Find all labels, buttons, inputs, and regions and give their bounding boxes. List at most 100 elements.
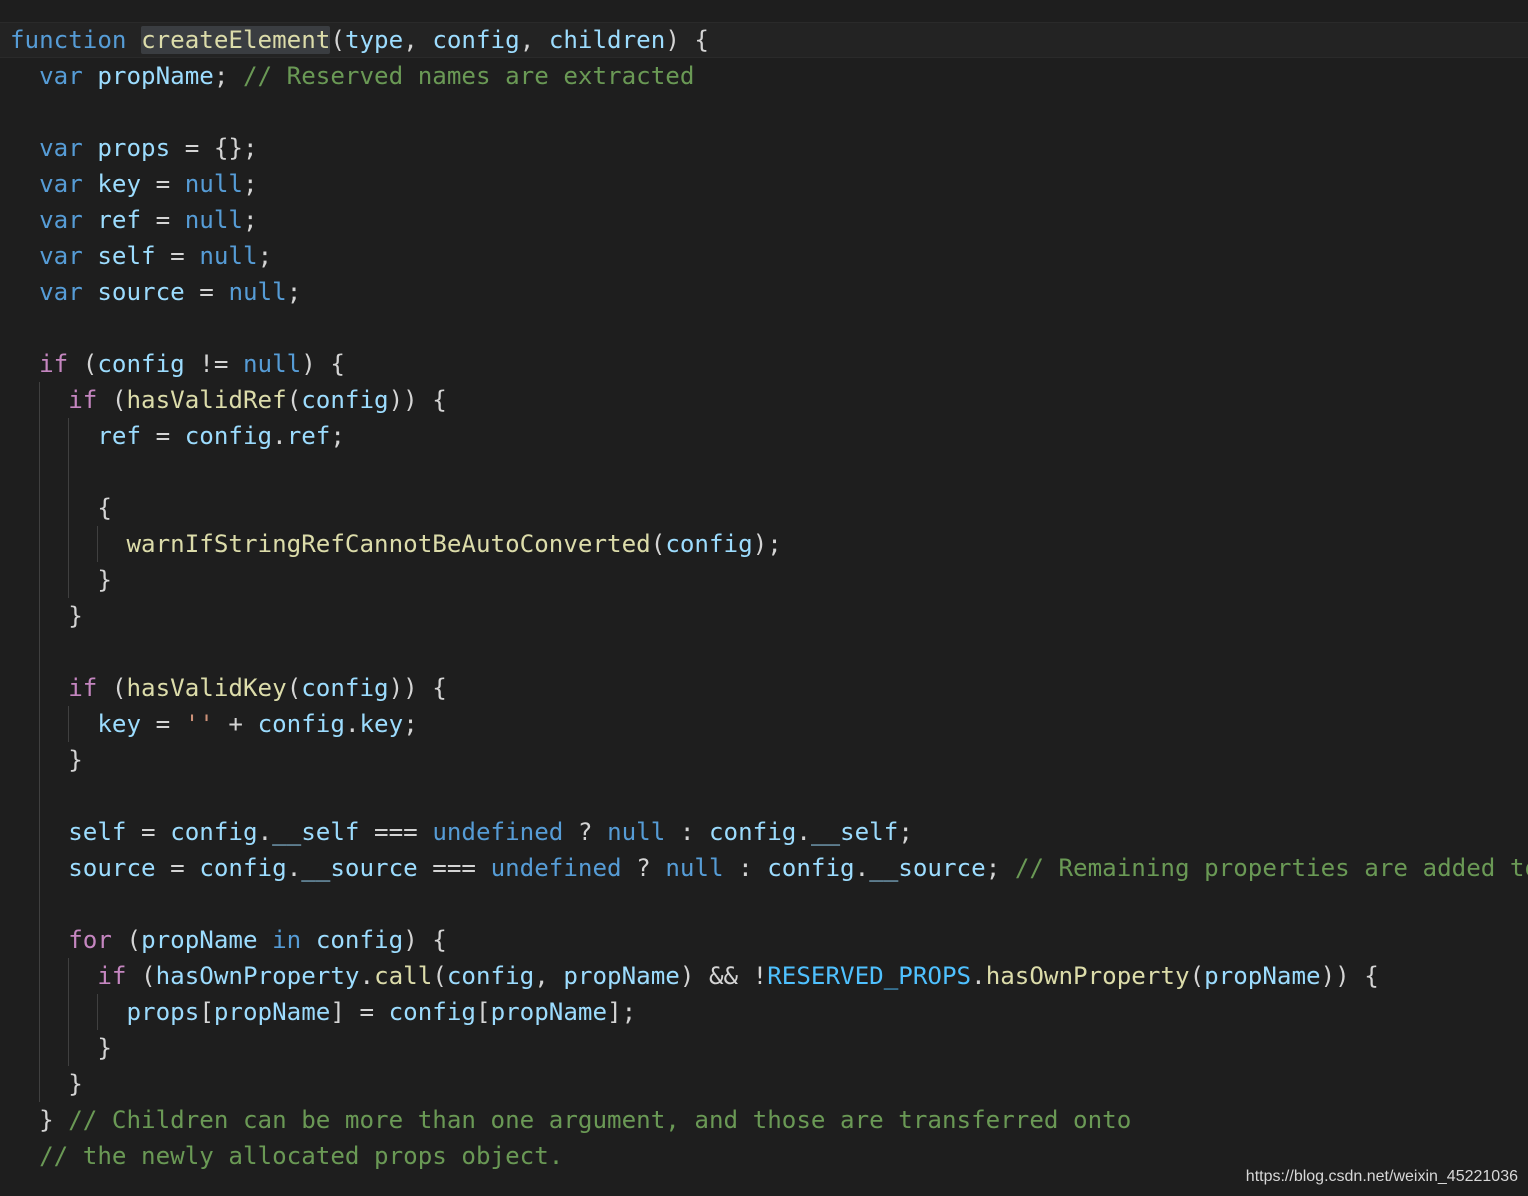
code-token: ; xyxy=(243,170,258,198)
code-token: )) { xyxy=(1320,962,1379,990)
code-line-text: var source = null; xyxy=(10,274,301,310)
code-line[interactable] xyxy=(0,634,1528,670)
code-token: = xyxy=(141,710,185,738)
code-token: props xyxy=(97,134,171,162)
code-editor[interactable]: function createElement(type, config, chi… xyxy=(0,0,1528,1196)
code-line[interactable]: props[propName] = config[propName]; xyxy=(0,994,1528,1030)
code-line[interactable]: var propName; // Reserved names are extr… xyxy=(0,58,1528,94)
code-token: config xyxy=(665,530,753,558)
code-line[interactable] xyxy=(0,886,1528,922)
code-token: ] = xyxy=(330,998,389,1026)
code-line[interactable] xyxy=(0,778,1528,814)
code-token: ) { xyxy=(665,26,709,54)
code-token: : xyxy=(665,818,709,846)
code-token: null xyxy=(184,170,243,198)
code-line-text: var key = null; xyxy=(10,166,258,202)
code-token: ( xyxy=(330,26,345,54)
code-token: [ xyxy=(476,998,491,1026)
code-token: config xyxy=(301,674,389,702)
code-line[interactable]: self = config.__self === undefined ? nul… xyxy=(0,814,1528,850)
code-token: } xyxy=(10,566,112,594)
code-line[interactable]: var ref = null; xyxy=(0,202,1528,238)
code-line-text: } xyxy=(10,562,112,598)
code-line[interactable]: { xyxy=(0,490,1528,526)
code-token: // Reserved names are extracted xyxy=(243,62,695,90)
code-token: === xyxy=(359,818,433,846)
code-line[interactable]: var source = null; xyxy=(0,274,1528,310)
code-token: ( xyxy=(126,962,156,990)
code-line-text: } xyxy=(10,598,83,634)
code-token: . xyxy=(286,854,302,882)
code-token: : xyxy=(723,854,768,882)
watermark-url: https://blog.csdn.net/weixin_45221036 xyxy=(1245,1168,1518,1185)
code-token: ; xyxy=(243,206,258,234)
code-token: children xyxy=(548,26,666,54)
code-line[interactable]: } xyxy=(0,1030,1528,1066)
code-token: ? xyxy=(621,854,666,882)
code-token: . xyxy=(854,854,870,882)
code-line[interactable] xyxy=(0,454,1528,490)
code-line[interactable]: if (config != null) { xyxy=(0,346,1528,382)
code-line[interactable]: for (propName in config) { xyxy=(0,922,1528,958)
code-token: ; xyxy=(330,422,345,450)
code-line[interactable]: var self = null; xyxy=(0,238,1528,274)
code-token: createElement xyxy=(141,26,331,54)
code-line[interactable] xyxy=(0,310,1528,346)
code-token: if xyxy=(39,350,69,378)
code-token: ) { xyxy=(403,926,447,954)
code-line[interactable]: source = config.__source === undefined ?… xyxy=(0,850,1528,886)
code-line[interactable]: function createElement(type, config, chi… xyxy=(0,22,1528,58)
code-line[interactable]: key = '' + config.key; xyxy=(0,706,1528,742)
code-line[interactable]: } // Children can be more than one argum… xyxy=(0,1102,1528,1138)
code-token: key xyxy=(359,710,404,738)
code-token: ); xyxy=(752,530,782,558)
code-line[interactable]: var props = {}; xyxy=(0,130,1528,166)
code-token: in xyxy=(272,926,302,954)
code-token: hasOwnProperty xyxy=(155,962,360,990)
code-token: undefined xyxy=(490,854,622,882)
code-token: ) { xyxy=(301,350,345,378)
code-token: [ xyxy=(199,998,214,1026)
code-token: function xyxy=(10,26,127,54)
code-line[interactable]: } xyxy=(0,562,1528,598)
code-token: warnIfStringRefCannotBeAutoConverted xyxy=(126,530,651,558)
code-token: ; xyxy=(985,854,1015,882)
code-line[interactable]: } xyxy=(0,1066,1528,1102)
code-token: . xyxy=(344,710,360,738)
code-token: props xyxy=(126,998,200,1026)
code-line[interactable]: if (hasOwnProperty.call(config, propName… xyxy=(0,958,1528,994)
code-line[interactable]: if (hasValidKey(config)) { xyxy=(0,670,1528,706)
code-token: config xyxy=(170,818,258,846)
code-token: __self xyxy=(272,818,360,846)
code-token: ]; xyxy=(607,998,637,1026)
code-token: = xyxy=(141,170,185,198)
code-line[interactable]: ref = config.ref; xyxy=(0,418,1528,454)
code-line-text: if (config != null) { xyxy=(10,346,345,382)
code-line[interactable]: } xyxy=(0,598,1528,634)
code-line-text: if (hasValidKey(config)) { xyxy=(10,670,447,706)
code-line-text: } xyxy=(10,742,83,778)
code-token: config xyxy=(199,854,287,882)
code-token: config xyxy=(709,818,797,846)
code-line[interactable] xyxy=(0,94,1528,130)
code-token: ; xyxy=(257,242,273,270)
code-token: } xyxy=(10,746,83,774)
code-line[interactable]: warnIfStringRefCannotBeAutoConverted(con… xyxy=(0,526,1528,562)
code-line[interactable]: var key = null; xyxy=(0,166,1528,202)
code-token: = xyxy=(155,242,200,270)
code-token: ) && ! xyxy=(679,962,768,990)
code-token: // Children can be more than one argumen… xyxy=(68,1106,1132,1134)
code-token: { xyxy=(10,494,112,522)
code-token: ref xyxy=(97,422,142,450)
code-token: ? xyxy=(563,818,608,846)
code-token: null xyxy=(228,278,287,306)
indent-guide xyxy=(96,526,98,562)
code-line[interactable]: } xyxy=(0,742,1528,778)
code-line-text: // the newly allocated props object. xyxy=(10,1138,563,1174)
code-line[interactable]: if (hasValidRef(config)) { xyxy=(0,382,1528,418)
